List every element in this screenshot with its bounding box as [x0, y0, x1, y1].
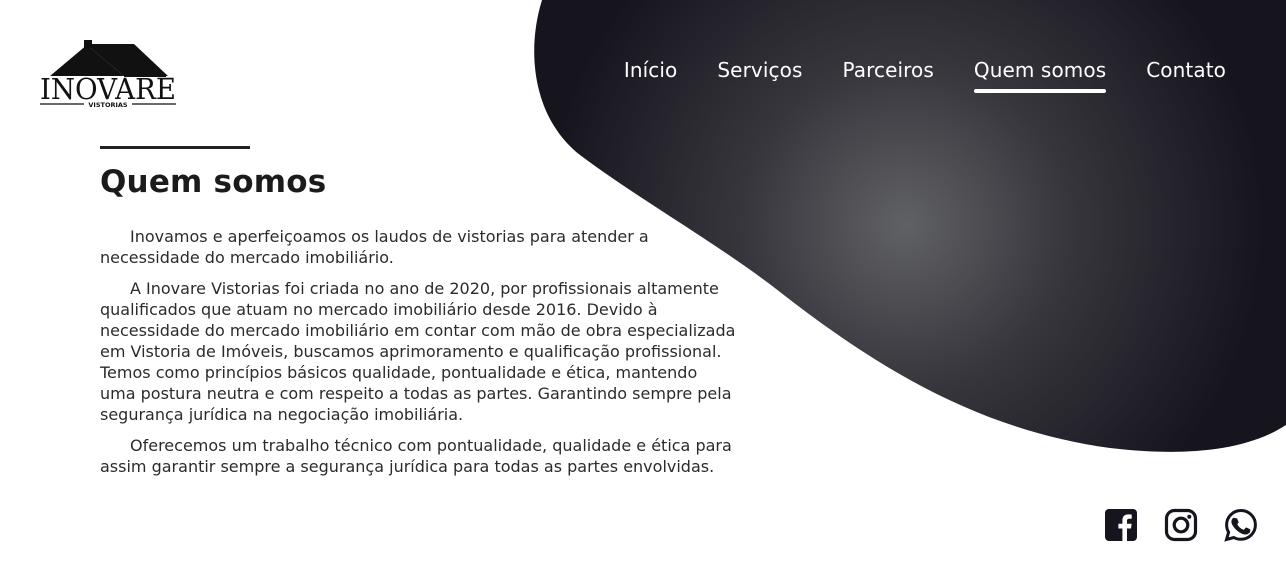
whatsapp-icon[interactable]	[1224, 508, 1258, 542]
about-paragraph: Inovamos e aperfeiçoamos os laudos de vi…	[100, 227, 649, 267]
brand-subtitle: VISTORIAS	[88, 101, 128, 109]
nav-item-quem-somos[interactable]: Quem somos	[973, 58, 1107, 93]
nav-item-servicos[interactable]: Serviços	[717, 58, 802, 92]
about-paragraph: A Inovare Vistorias foi criada no ano de…	[100, 279, 736, 424]
nav-item-parceiros[interactable]: Parceiros	[842, 58, 933, 92]
about-paragraph: Oferecemos um trabalho técnico com pontu…	[100, 436, 732, 476]
brand-logo[interactable]: INOVARE VISTORIAS	[38, 38, 178, 110]
house-logo-icon: INOVARE VISTORIAS	[40, 40, 176, 109]
about-text: Inovamos e aperfeiçoamos os laudos de vi…	[100, 226, 736, 487]
social-links	[1104, 508, 1258, 542]
nav-item-inicio[interactable]: Início	[624, 58, 678, 92]
nav-item-contato[interactable]: Contato	[1146, 58, 1226, 92]
main-nav: Início Serviços Parceiros Quem somos Con…	[624, 58, 1226, 93]
title-rule	[100, 146, 250, 149]
facebook-icon[interactable]	[1104, 508, 1138, 542]
instagram-icon[interactable]	[1164, 508, 1198, 542]
page-title: Quem somos	[100, 164, 327, 200]
